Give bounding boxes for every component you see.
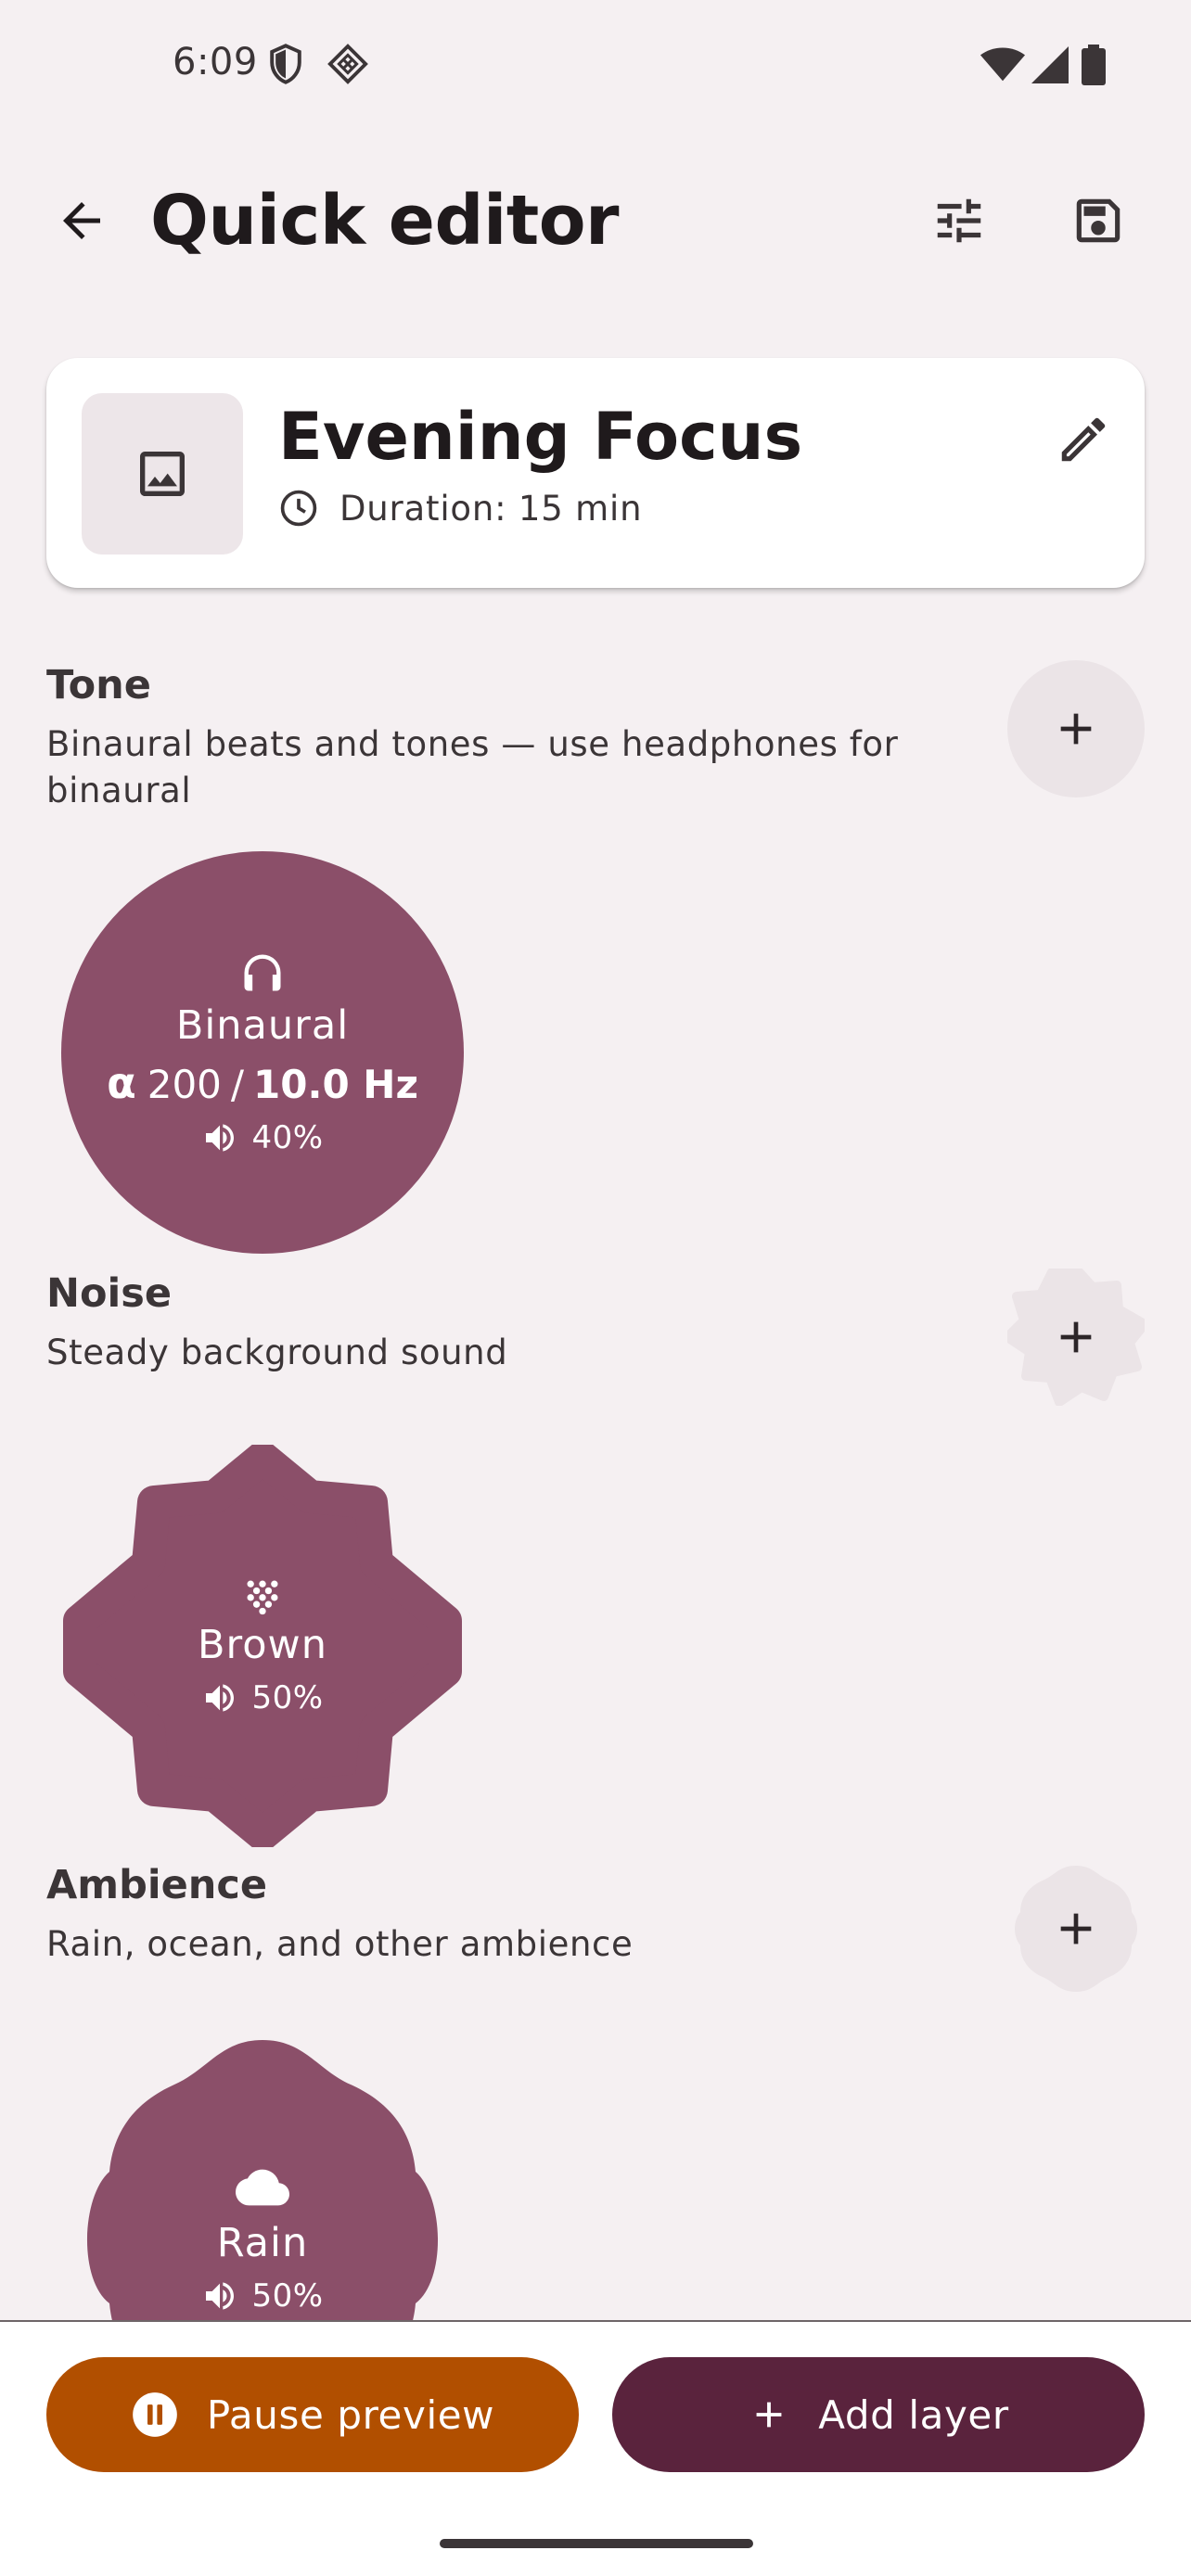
beat-frequency: 10.0 Hz: [253, 1062, 418, 1107]
add-ambience-button[interactable]: [1007, 1860, 1145, 1997]
clock-icon: [280, 490, 317, 527]
layer-binaural[interactable]: Binaural α 200 / 10.0 Hz 40%: [61, 851, 464, 1254]
add-layer-label: Add layer: [818, 2391, 1009, 2438]
save-button[interactable]: [1054, 176, 1143, 265]
edit-title-button[interactable]: [1039, 395, 1128, 484]
page-title: Quick editor: [150, 181, 620, 261]
grain-icon: [247, 1580, 278, 1615]
back-button[interactable]: [37, 176, 126, 265]
section-desc-tone: Binaural beats and tones — use headphone…: [46, 724, 899, 810]
volume-text: 50%: [251, 2277, 324, 2315]
signal-icon: [1031, 46, 1069, 83]
layer-name: Brown: [198, 1622, 327, 1668]
save-icon: [1076, 198, 1121, 243]
shield-icon: [267, 43, 304, 85]
wifi-icon: [980, 46, 1026, 83]
layer-name: Binaural: [175, 1002, 350, 1049]
duration-row: Duration: 15 min: [278, 488, 642, 529]
headphones-icon: [244, 954, 281, 991]
volume-row: 50%: [201, 1679, 323, 1716]
home-indicator[interactable]: [440, 2539, 753, 2548]
frequency-readout: α 200 / 10.0 Hz: [107, 1058, 418, 1108]
plus-icon: [756, 2402, 782, 2428]
diamond-grid-icon: [327, 43, 369, 85]
add-layer-button[interactable]: Add layer: [612, 2357, 1145, 2472]
section-desc-ambience: Rain, ocean, and other ambience: [46, 1924, 634, 1964]
arrow-back-icon: [63, 202, 100, 239]
session-title: Evening Focus: [278, 399, 803, 475]
layer-name: Rain: [216, 2220, 309, 2266]
pause-preview-button[interactable]: Pause preview: [46, 2357, 579, 2472]
image-icon: [140, 452, 185, 496]
volume-row: 50%: [201, 2277, 323, 2315]
frequency-separator: /: [230, 1062, 245, 1107]
cloud-icon: [236, 2169, 289, 2206]
tune-button[interactable]: [915, 176, 1004, 265]
section-desc-noise: Steady background sound: [46, 1333, 508, 1372]
screen: 6:09 Quick editor Evening Focus Duration…: [0, 0, 1191, 2576]
status-bar: 6:09: [0, 0, 1191, 130]
volume-icon: [206, 1684, 235, 1712]
plus-icon: [1060, 713, 1092, 745]
layer-content: Binaural α 200 / 10.0 Hz 40%: [61, 851, 464, 1254]
status-time: 6:09: [173, 41, 258, 83]
pause-circle-icon: [133, 2392, 177, 2437]
app-bar: Quick editor: [0, 148, 1191, 287]
volume-text: 40%: [251, 1119, 324, 1156]
add-tone-button[interactable]: [1007, 660, 1145, 797]
section-title-ambience: Ambience: [46, 1862, 268, 1908]
battery-icon: [1082, 45, 1106, 85]
volume-row: 40%: [201, 1119, 323, 1156]
duration-text: Duration: 15 min: [339, 488, 643, 529]
pause-preview-label: Pause preview: [206, 2391, 495, 2438]
cover-image-button[interactable]: [82, 393, 243, 555]
plus-icon: [1060, 1321, 1092, 1353]
volume-icon: [206, 2282, 235, 2310]
section-title-noise: Noise: [46, 1270, 173, 1317]
edit-icon: [1061, 417, 1106, 462]
session-header-card: Evening Focus Duration: 15 min: [46, 358, 1145, 588]
layer-content: Brown 50%: [61, 1445, 464, 1847]
carrier-frequency: 200: [147, 1062, 222, 1107]
volume-icon: [206, 1124, 235, 1152]
plus-icon: [1060, 1913, 1092, 1945]
layer-brown[interactable]: Brown 50%: [61, 1445, 464, 1847]
add-noise-button[interactable]: [1007, 1269, 1145, 1406]
brainwave-band: α: [107, 1058, 136, 1108]
section-title-tone: Tone: [46, 662, 151, 708]
volume-text: 50%: [251, 1679, 324, 1716]
bottom-action-bar: Pause preview Add layer: [0, 2320, 1191, 2576]
tune-icon: [937, 198, 981, 243]
